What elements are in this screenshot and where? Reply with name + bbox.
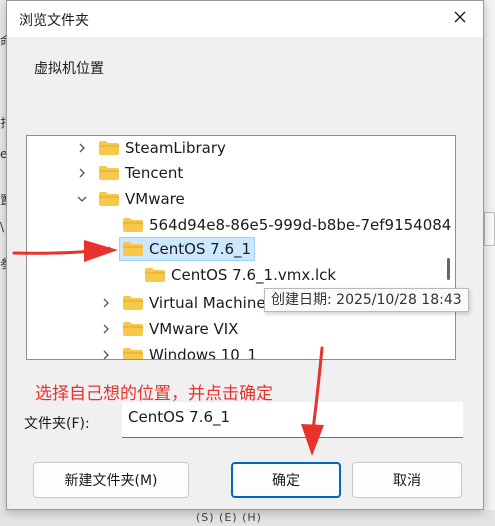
tree-item-label: Virtual Machine bbox=[149, 294, 266, 312]
background-input-fragment bbox=[484, 212, 495, 246]
tree-item-label: 564d94e8-86e5-999d-b8be-7ef9154084 bbox=[149, 216, 452, 234]
instruction-annotation: 选择自己想的位置，并点击确定 bbox=[35, 384, 273, 404]
title-bar: 浏览文件夹 bbox=[7, 1, 483, 37]
folder-name-input[interactable] bbox=[122, 402, 463, 438]
folder-icon bbox=[123, 322, 143, 336]
folder-icon bbox=[123, 296, 143, 310]
new-folder-button[interactable]: 新建文件夹(M) bbox=[33, 462, 189, 498]
chevron-right-icon[interactable] bbox=[75, 166, 89, 180]
tree-item-label: VMware bbox=[125, 190, 185, 208]
folder-icon bbox=[123, 348, 143, 359]
folder-icon bbox=[123, 242, 143, 256]
chevron-down-icon[interactable] bbox=[75, 192, 89, 206]
chevron-right-icon[interactable] bbox=[99, 348, 113, 359]
chevron-right-icon[interactable] bbox=[75, 141, 89, 155]
folder-icon bbox=[99, 141, 119, 155]
tree-item-label: SteamLibrary bbox=[125, 139, 226, 157]
dialog-title: 浏览文件夹 bbox=[19, 13, 89, 29]
background-window-right bbox=[484, 0, 495, 526]
tree-item-windows10[interactable]: Windows 10_1 bbox=[99, 343, 257, 360]
background-bottom-strip: (S) (E) (H) bbox=[0, 510, 495, 526]
chevron-right-icon[interactable] bbox=[99, 296, 113, 310]
folder-tree[interactable]: SteamLibrary Tencent VMware 564d94e8-86e… bbox=[26, 135, 456, 360]
tree-item-label: Tencent bbox=[125, 164, 184, 182]
tree-item-vmware-vix[interactable]: VMware VIX bbox=[99, 317, 238, 341]
tree-item-centos-selected[interactable]: CentOS 7.6_1 bbox=[99, 237, 256, 261]
folder-icon bbox=[123, 218, 143, 232]
tree-item-label: CentOS 7.6_1.vmx.lck bbox=[171, 266, 337, 284]
dialog-prompt: 虚拟机位置 bbox=[34, 61, 104, 77]
chevron-right-icon[interactable] bbox=[99, 322, 113, 336]
folder-icon bbox=[99, 166, 119, 180]
tree-item-label: CentOS 7.6_1 bbox=[149, 240, 252, 258]
tree-item-steamlibrary[interactable]: SteamLibrary bbox=[75, 136, 226, 160]
close-icon bbox=[453, 10, 467, 28]
folder-icon bbox=[99, 192, 119, 206]
tree-item-vmx-lck[interactable]: CentOS 7.6_1.vmx.lck bbox=[145, 263, 336, 287]
folder-field-label: 文件夹(F): bbox=[24, 416, 90, 432]
tree-item-label: Windows 10_1 bbox=[149, 346, 257, 360]
tree-item-virtual-machine[interactable]: Virtual Machine bbox=[99, 291, 266, 315]
selected-item-highlight: CentOS 7.6_1 bbox=[119, 237, 256, 261]
tree-item-label: VMware VIX bbox=[149, 320, 239, 338]
chevron-down-icon[interactable] bbox=[99, 242, 113, 256]
tree-item-vmware[interactable]: VMware bbox=[75, 187, 185, 211]
tree-scrollbar-thumb[interactable] bbox=[447, 258, 450, 280]
ok-button[interactable]: 确定 bbox=[231, 462, 341, 498]
tree-item-guid-folder[interactable]: 564d94e8-86e5-999d-b8be-7ef9154084 bbox=[123, 213, 451, 237]
cancel-button[interactable]: 取消 bbox=[352, 462, 462, 498]
folder-icon bbox=[145, 268, 165, 282]
close-button[interactable] bbox=[445, 5, 475, 33]
tree-item-tencent[interactable]: Tencent bbox=[75, 161, 183, 185]
created-date-tooltip: 创建日期: 2025/10/28 18:43 bbox=[264, 288, 469, 312]
